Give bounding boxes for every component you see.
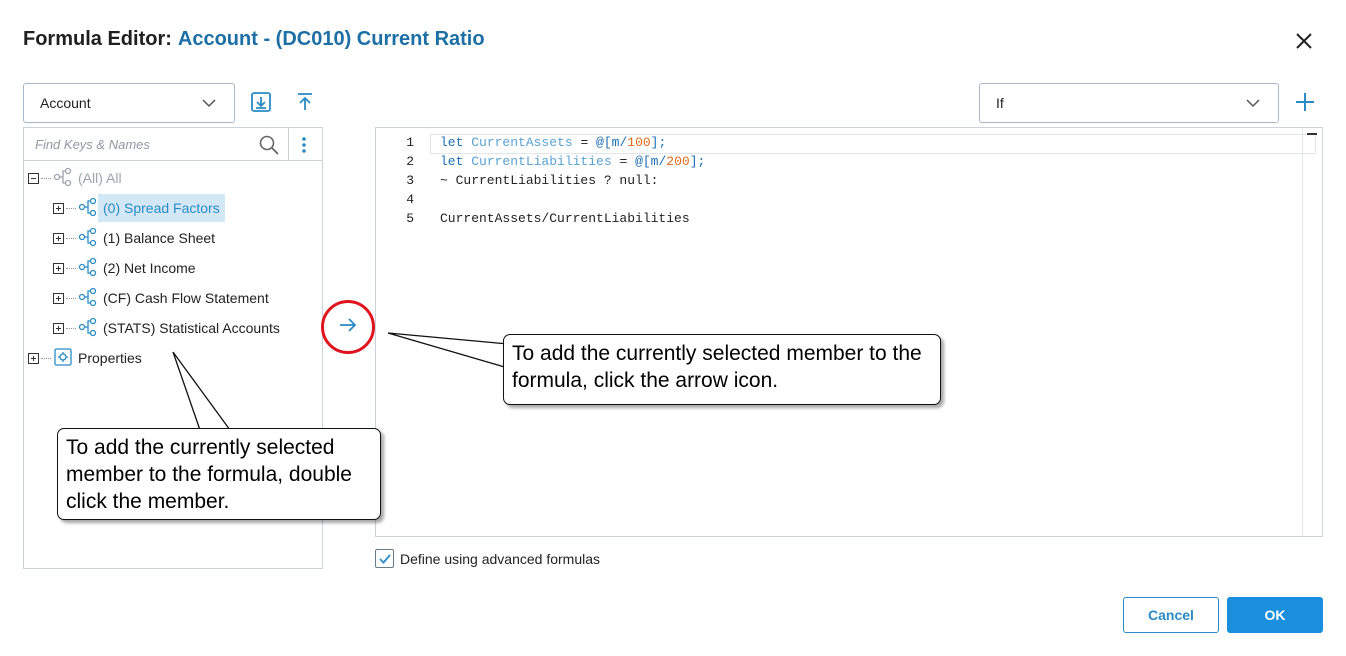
- hierarchy-icon: [78, 257, 98, 280]
- add-function-icon[interactable]: [1293, 90, 1317, 114]
- tree-item-statistical[interactable]: (STATS) Statistical Accounts: [53, 314, 285, 342]
- tree-item-label: (2) Net Income: [103, 260, 196, 276]
- tree-connector: [41, 357, 51, 359]
- function-select-value: If: [996, 95, 1004, 111]
- tree-item-spread-factors[interactable]: (0) Spread Factors: [53, 194, 225, 222]
- code-line-1: 1 let CurrentAssets = @[m/100];: [376, 135, 666, 154]
- advanced-formulas-option[interactable]: Define using advanced formulas: [375, 549, 600, 568]
- code-line-2: 2 let CurrentLiabilities = @[m/200];: [376, 154, 705, 173]
- tree-connector: [66, 267, 76, 269]
- insert-member-button[interactable]: [321, 300, 375, 354]
- hierarchy-icon: [78, 317, 98, 340]
- code-text: let CurrentAssets = @[m/100];: [440, 135, 666, 150]
- tree-item-label: (STATS) Statistical Accounts: [103, 320, 280, 336]
- code-ref-open: @[: [596, 135, 612, 150]
- code-operator: =: [611, 154, 636, 169]
- code-line-3: 3 ~ CurrentLiabilities ? null:: [376, 173, 658, 192]
- tree-connector: [66, 207, 76, 209]
- function-select[interactable]: If: [979, 83, 1279, 123]
- callout-arrow-tip: To add the currently selected member to …: [503, 334, 941, 405]
- minimize-icon[interactable]: [1307, 133, 1317, 135]
- tree-item-cash-flow[interactable]: (CF) Cash Flow Statement: [53, 284, 274, 312]
- code-ref-path: m/: [611, 135, 628, 150]
- search-divider: [288, 128, 289, 160]
- line-number: 2: [406, 154, 414, 169]
- dialog-title: Formula Editor: Account - (DC010) Current…: [23, 28, 485, 51]
- tree-connector: [66, 237, 76, 239]
- collapse-toggle[interactable]: [28, 172, 39, 184]
- formula-editor[interactable]: 1 let CurrentAssets = @[m/100]; 2 let Cu…: [375, 127, 1323, 537]
- code-number: 100: [627, 135, 651, 150]
- callout-double-click-tip: To add the currently selected member to …: [57, 428, 381, 520]
- tree-item-balance-sheet[interactable]: (1) Balance Sheet: [53, 224, 220, 252]
- ok-button[interactable]: OK: [1227, 597, 1323, 633]
- expand-toggle[interactable]: [28, 352, 39, 364]
- tree-connector: [41, 177, 51, 179]
- tree-item-net-income[interactable]: (2) Net Income: [53, 254, 201, 282]
- tree-root-label: (All) All: [78, 170, 122, 186]
- tree-item-label: (1) Balance Sheet: [103, 230, 216, 246]
- line-number: 5: [406, 211, 414, 226]
- code-keyword: let: [440, 135, 472, 150]
- code-text: ~ CurrentLiabilities ? null:: [440, 173, 659, 188]
- expand-toggle[interactable]: [53, 292, 64, 304]
- expand-toggle[interactable]: [53, 322, 64, 334]
- tree-item-properties[interactable]: Properties: [28, 344, 147, 372]
- hierarchy-icon: [78, 197, 98, 220]
- hierarchy-icon: [78, 227, 98, 250]
- tree-item-label: (CF) Cash Flow Statement: [103, 290, 269, 306]
- editor-scrollbar[interactable]: [1302, 128, 1322, 536]
- dimension-select-value: Account: [40, 95, 91, 111]
- code-operator: =: [572, 135, 597, 150]
- collapse-all-icon[interactable]: [293, 90, 317, 114]
- close-icon[interactable]: [1293, 30, 1315, 52]
- hierarchy-icon: [78, 287, 98, 310]
- code-variable: CurrentLiabilities: [471, 154, 612, 169]
- expand-toggle[interactable]: [53, 262, 64, 274]
- advanced-formulas-label: Define using advanced formulas: [400, 550, 601, 567]
- line-number: 1: [406, 135, 414, 150]
- chevron-down-icon: [1246, 96, 1260, 113]
- line-number: 3: [406, 173, 414, 188]
- search-icon[interactable]: [259, 135, 279, 160]
- expand-toggle[interactable]: [53, 202, 64, 214]
- code-line-4: 4: [376, 192, 414, 211]
- tree-root[interactable]: (All) All: [28, 164, 127, 192]
- properties-icon: [53, 347, 73, 370]
- tree-item-label: (0) Spread Factors: [98, 194, 225, 222]
- expand-all-icon[interactable]: [249, 90, 273, 114]
- tree-item-label: Properties: [78, 350, 142, 366]
- code-ref-close: ];: [650, 135, 667, 150]
- more-options-icon[interactable]: [300, 136, 308, 159]
- code-ref-path: m/: [650, 154, 667, 169]
- code-variable: CurrentAssets: [471, 135, 573, 150]
- tree-connector: [66, 297, 76, 299]
- advanced-formulas-checkbox[interactable]: [375, 549, 394, 568]
- cancel-button[interactable]: Cancel: [1123, 597, 1219, 633]
- code-keyword: let: [440, 154, 472, 169]
- chevron-down-icon: [202, 96, 216, 113]
- code-text: let CurrentLiabilities = @[m/200];: [440, 154, 705, 169]
- arrow-right-icon: [338, 315, 358, 340]
- hierarchy-icon: [53, 167, 73, 190]
- code-number: 200: [666, 154, 690, 169]
- search-bar: [24, 128, 322, 161]
- expand-toggle[interactable]: [53, 232, 64, 244]
- title-label: Formula Editor:: [23, 28, 172, 50]
- code-ref-close: ];: [689, 154, 706, 169]
- code-ref-open: @[: [635, 154, 651, 169]
- tree-connector: [66, 327, 76, 329]
- code-text: CurrentAssets/CurrentLiabilities: [440, 211, 690, 226]
- title-value: Account - (DC010) Current Ratio: [177, 28, 485, 50]
- code-line-5: 5 CurrentAssets/CurrentLiabilities: [376, 211, 689, 230]
- line-number: 4: [406, 192, 414, 207]
- search-input[interactable]: [24, 128, 288, 160]
- dimension-select[interactable]: Account: [23, 83, 235, 123]
